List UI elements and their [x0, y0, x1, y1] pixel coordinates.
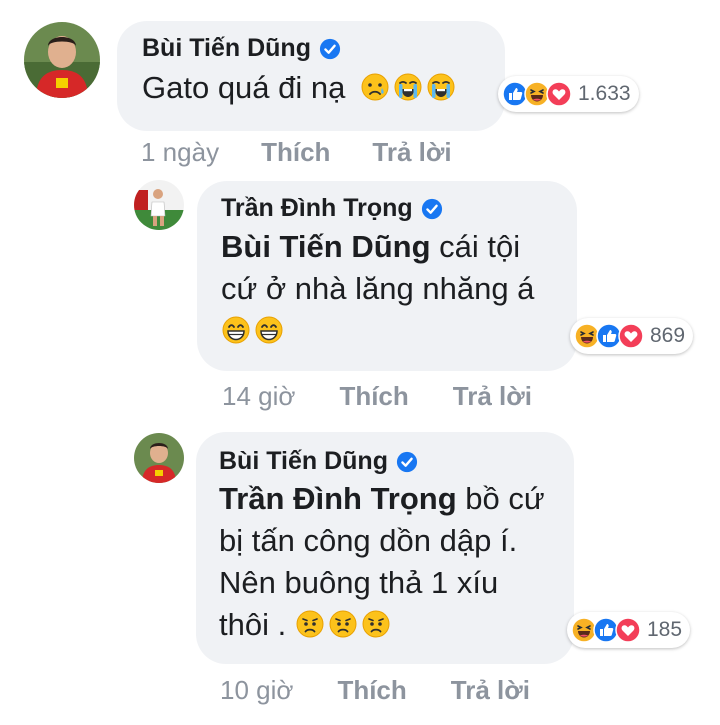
love-reaction-icon: [615, 617, 641, 643]
comment-time[interactable]: 10 giờ: [220, 675, 293, 706]
comment-3: Bùi Tiến Dũng Trần Đình Trọng bồ cứ bị t…: [0, 0, 720, 725]
frowning-emoji-icon: [328, 609, 358, 639]
verified-badge-icon: [396, 451, 418, 473]
comment-text: Trần Đình Trọng bồ cứ bị tấn công dồn dậ…: [219, 478, 574, 646]
reaction-count: 185: [647, 618, 683, 641]
like-button[interactable]: Thích: [337, 675, 406, 706]
avatar[interactable]: [134, 433, 184, 483]
comment-body-line-2: bị tấn công dồn dập í.: [219, 523, 518, 558]
reaction-summary[interactable]: 185: [567, 612, 691, 648]
comment-body-line-4: thôi .: [219, 607, 295, 642]
author-name-row[interactable]: Bùi Tiến Dũng: [219, 447, 574, 476]
author-name[interactable]: Bùi Tiến Dũng: [219, 447, 388, 476]
comment-body-line-1: bồ cứ: [456, 481, 545, 516]
avatar-image: [134, 433, 184, 483]
reply-button[interactable]: Trả lời: [451, 675, 530, 706]
comment-body-line-3: Nên buông thả 1 xíu: [219, 565, 499, 600]
frowning-emoji-icon: [295, 609, 325, 639]
comment-bubble: Bùi Tiến Dũng Trần Đình Trọng bồ cứ bị t…: [196, 432, 574, 664]
frowning-emoji-icon: [361, 609, 391, 639]
comment-actions: 10 giờ Thích Trả lời: [220, 675, 530, 706]
mention-tag[interactable]: Trần Đình Trọng: [219, 481, 457, 516]
